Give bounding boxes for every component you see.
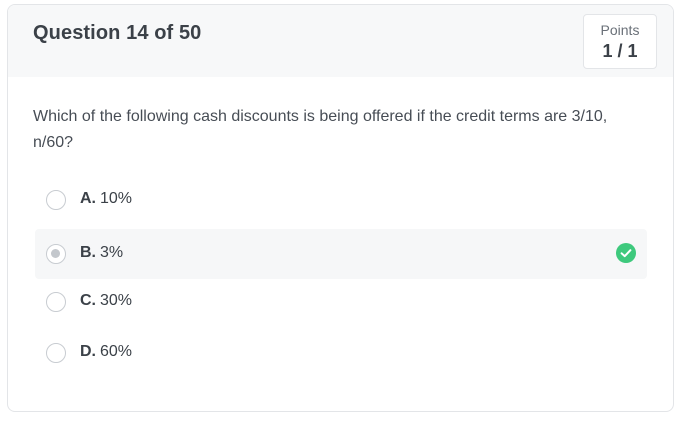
- radio-button[interactable]: [46, 343, 66, 363]
- points-box: Points 1 / 1: [583, 14, 657, 69]
- points-value: 1 / 1: [602, 41, 638, 61]
- check-circle-icon: [616, 243, 636, 263]
- radio-button-checked[interactable]: [46, 244, 66, 264]
- option-d[interactable]: D. 60%: [35, 328, 647, 378]
- option-c[interactable]: C. 30%: [35, 277, 647, 327]
- option-letter: B.: [80, 244, 96, 261]
- option-text: 10%: [100, 190, 133, 207]
- question-text: Which of the following cash discounts is…: [33, 108, 608, 151]
- radio-button[interactable]: [46, 292, 66, 312]
- option-letter: D.: [80, 343, 96, 360]
- question-title: Question 14 of 50: [33, 22, 202, 44]
- option-b[interactable]: B. 3%: [35, 229, 647, 279]
- question-header: Question 14 of 50 Points 1 / 1: [8, 5, 673, 77]
- option-a[interactable]: A. 10%: [35, 175, 647, 225]
- option-text: 3%: [100, 244, 124, 261]
- option-letter: A.: [80, 190, 96, 207]
- option-letter: C.: [80, 292, 96, 309]
- radio-button[interactable]: [46, 190, 66, 210]
- question-card: Question 14 of 50 Points 1 / 1 Which of …: [7, 4, 674, 412]
- points-label: Points: [600, 22, 640, 38]
- option-text: 60%: [100, 343, 133, 360]
- option-text: 30%: [100, 292, 133, 309]
